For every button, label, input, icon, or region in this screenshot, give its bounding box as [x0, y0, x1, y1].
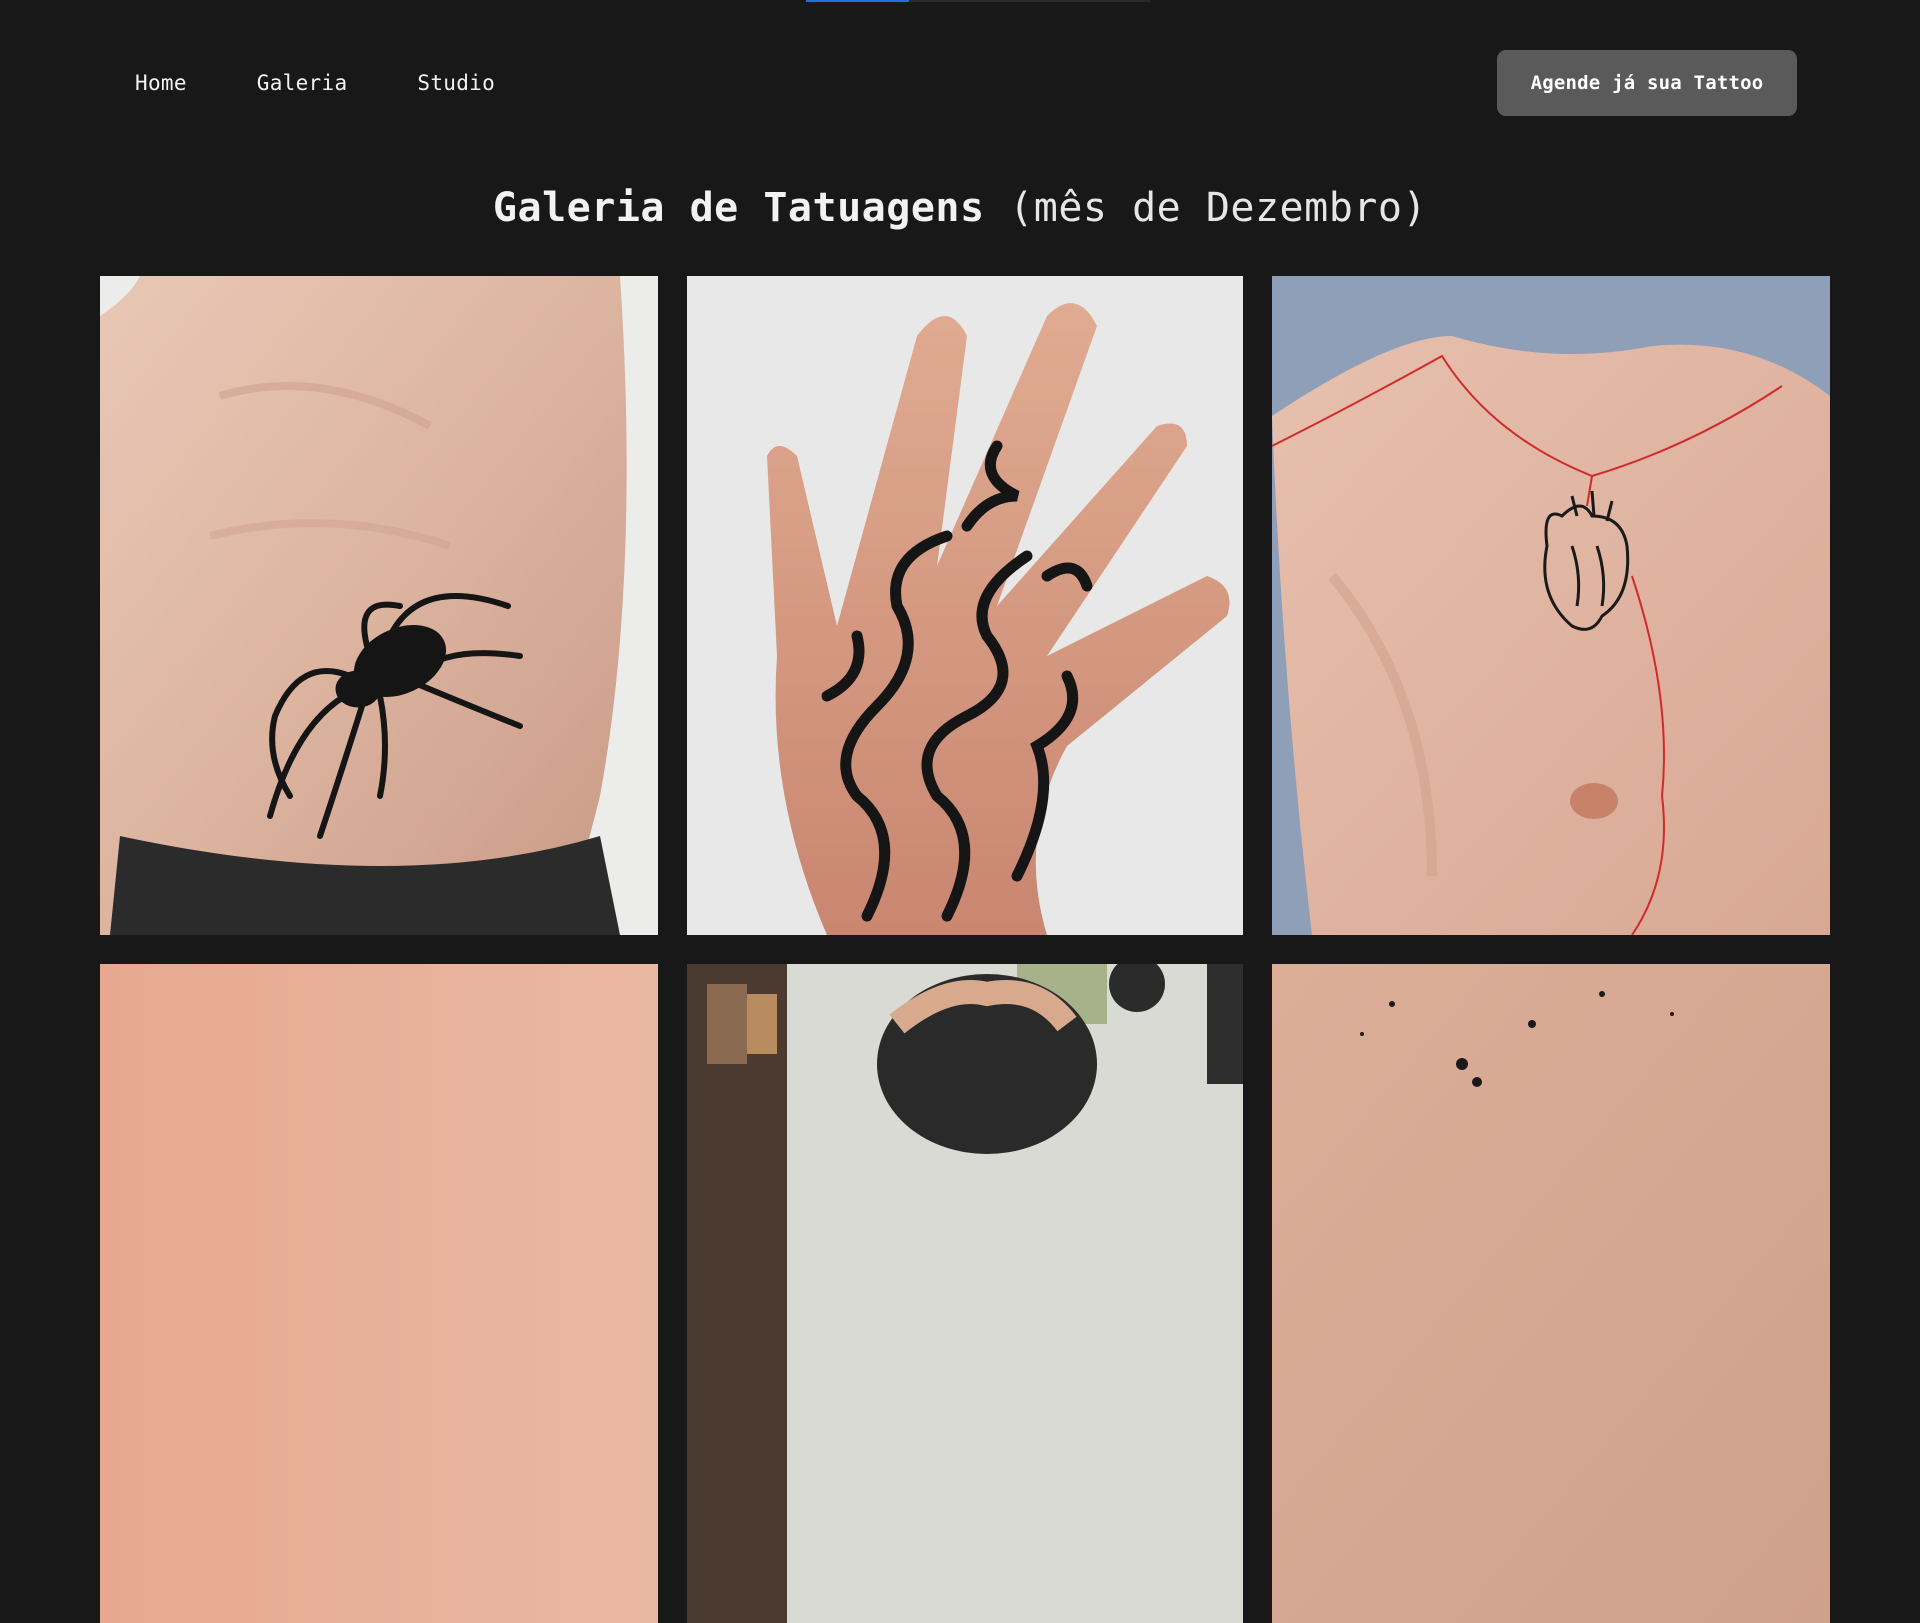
gallery-tile-spider[interactable] — [100, 276, 658, 935]
nav-link-galeria[interactable]: Galeria — [222, 61, 383, 105]
nav-link-studio[interactable]: Studio — [382, 61, 530, 105]
nav-links: Home Galeria Studio — [100, 50, 530, 116]
scroll-progress-fill — [806, 0, 910, 2]
heart-icon — [1272, 276, 1830, 935]
skin-icon — [100, 964, 658, 1623]
dots-icon — [1272, 964, 1830, 1623]
page-title: Galeria de Tatuagens (mês de Dezembro) — [0, 185, 1920, 231]
book-tattoo-button[interactable]: Agende já sua Tattoo — [1497, 50, 1797, 116]
head-icon — [687, 964, 1243, 1623]
hand-icon — [687, 276, 1243, 935]
page-title-main: Galeria de Tatuagens — [492, 185, 985, 231]
spider-icon — [100, 276, 658, 935]
gallery-tile-dots[interactable] — [1272, 964, 1830, 1623]
gallery-tile-head[interactable] — [687, 964, 1243, 1623]
gallery-tile-hand[interactable] — [687, 276, 1243, 935]
gallery-tile-heart[interactable] — [1272, 276, 1830, 935]
tattoo-gallery — [100, 276, 1832, 1623]
nav-link-home[interactable]: Home — [100, 61, 222, 105]
main-navigation: Home Galeria Studio Agende já sua Tattoo — [100, 50, 1920, 116]
page-title-subtitle: (mês de Dezembro) — [1009, 185, 1428, 231]
gallery-tile-skin[interactable] — [100, 964, 658, 1623]
scroll-progress-bar — [806, 0, 1150, 2]
